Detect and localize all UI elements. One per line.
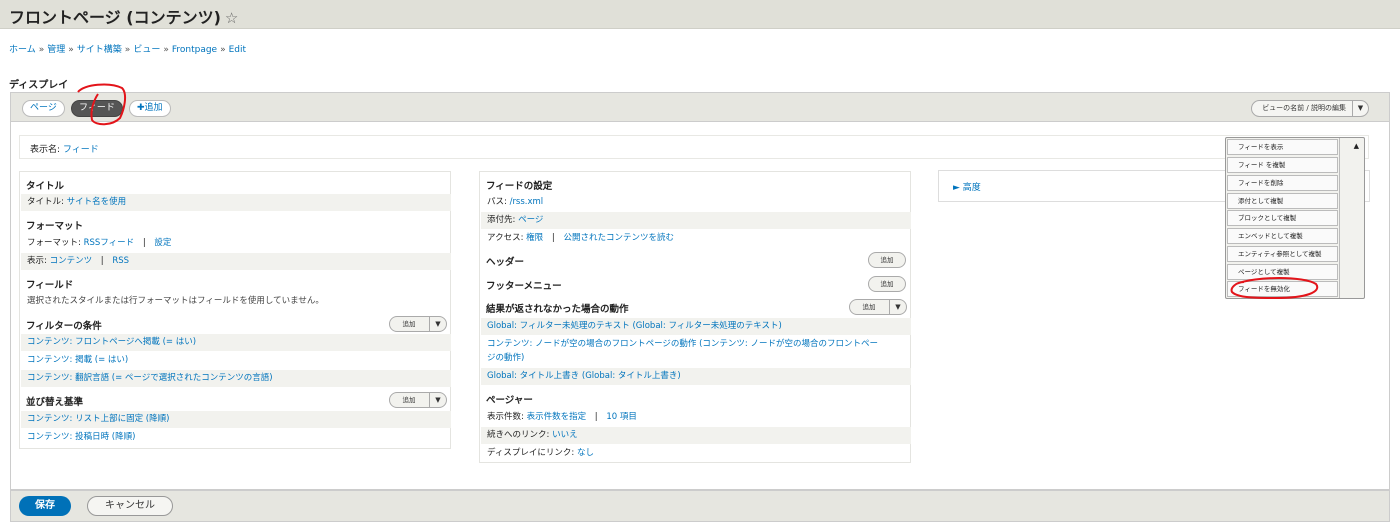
form-actions: 保存 キャンセル <box>10 490 1390 522</box>
breadcrumb-structure[interactable]: サイト構築 <box>77 45 122 55</box>
display-name-row: 表示名: フィード <box>19 135 1369 159</box>
sort-link-2[interactable]: コンテンツ: 投稿日時 (降順) <box>27 432 135 442</box>
show-row: 表示: コンテンツ | RSS <box>21 253 451 270</box>
list-item: Global: タイトル上書き (Global: タイトル上書き) <box>481 368 911 385</box>
items-row: 表示件数: 表示件数を指定 | 10 項目 <box>487 412 637 422</box>
path-row: パス: /rss.xml <box>487 197 544 207</box>
no-results-heading: 結果が返されなかった場合の動作 <box>486 304 629 315</box>
title-link[interactable]: サイト名を使用 <box>67 197 127 207</box>
cancel-button[interactable]: キャンセル <box>87 496 173 516</box>
path-link[interactable]: /rss.xml <box>510 197 544 207</box>
breadcrumb-home[interactable]: ホーム <box>9 45 36 55</box>
no-result-link-2[interactable]: コンテンツ: ノードが空の場合のフロントページの動作 (コンテンツ: ノードが空… <box>487 337 911 351</box>
items-link[interactable]: 表示件数を指定 <box>527 412 587 422</box>
breadcrumb: ホーム» 管理» サイト構築» ビュー» Frontpage» Edit <box>9 45 247 55</box>
filter-link-1[interactable]: コンテンツ: フロントページへ掲載 (= はい) <box>27 337 196 347</box>
edit-view-name-button[interactable]: ビューの名前 / 説明の編集 ▼ <box>1251 100 1369 117</box>
list-item: コンテンツ: 翻訳言語 (= ページで選択されたコンテンツの言語) <box>21 370 451 387</box>
access-permission-link[interactable]: 公開されたコンテンツを読む <box>563 233 674 243</box>
list-item: コンテンツ: リスト上部に固定 (降順) <box>21 411 451 428</box>
dropdown-item-duplicate-block[interactable]: ブロックとして複製 <box>1227 210 1338 226</box>
dropdown-item-disable-feed[interactable]: フィードを無効化 <box>1227 281 1338 297</box>
format-section-heading: フォーマット <box>26 221 84 232</box>
plus-icon: ✚ <box>137 103 145 113</box>
attach-row: 添付先: ページ <box>481 212 911 229</box>
filters-section-heading: フィルターの条件 <box>26 321 102 332</box>
add-display-button[interactable]: ✚追加 <box>129 100 171 117</box>
chevron-down-icon[interactable]: ▼ <box>429 393 446 407</box>
display-link[interactable]: なし <box>577 448 594 458</box>
breadcrumb-frontpage[interactable]: Frontpage <box>172 45 217 55</box>
chevron-up-icon[interactable]: ▲ <box>1354 142 1359 150</box>
footer-section-heading: フッターメニュー <box>486 281 562 292</box>
dropdown-item-duplicate-embed[interactable]: エンベッドとして複製 <box>1227 228 1338 244</box>
tab-feed[interactable]: フィード <box>71 100 123 117</box>
sort-link-1[interactable]: コンテンツ: リスト上部に固定 (降順) <box>27 414 169 424</box>
list-item: コンテンツ: ノードが空の場合のフロントページの動作 (コンテンツ: ノードが空… <box>481 336 911 366</box>
dropdown-item-delete-feed[interactable]: フィードを削除 <box>1227 175 1338 191</box>
left-column: タイトル タイトル: サイト名を使用 フォーマット フォーマット: RSSフィー… <box>19 171 451 449</box>
dropdown-item-view-feed[interactable]: フィードを表示 <box>1227 139 1338 155</box>
advanced-toggle[interactable]: ► 高度 <box>953 180 981 193</box>
access-row: アクセス: 権限 | 公開されたコンテンツを読む <box>487 233 674 243</box>
list-item: Global: フィルター未処理のテキスト (Global: フィルター未処理の… <box>481 318 911 335</box>
add-no-results-button[interactable]: 追加 ▼ <box>849 299 907 315</box>
list-item: コンテンツ: 掲載 (= はい) <box>21 352 451 369</box>
display-actions-dropdown: ▲ フィードを表示 フィード を複製 フィードを削除 添付として複製 ブロックと… <box>1225 137 1365 299</box>
add-filter-button[interactable]: 追加 ▼ <box>389 316 447 332</box>
add-sort-button[interactable]: 追加 ▼ <box>389 392 447 408</box>
chevron-down-icon[interactable]: ▼ <box>429 317 446 331</box>
fields-section-heading: フィールド <box>26 280 74 291</box>
save-button[interactable]: 保存 <box>19 496 71 516</box>
add-header-button[interactable]: 追加 <box>868 252 906 268</box>
list-item: コンテンツ: フロントページへ掲載 (= はい) <box>21 334 451 351</box>
display-panel: ページ フィード ✚追加 ビューの名前 / 説明の編集 ▼ 表示名: フィード タ… <box>10 92 1390 490</box>
no-result-link-3[interactable]: Global: タイトル上書き (Global: タイトル上書き) <box>487 371 681 381</box>
dropdown-item-duplicate-feed[interactable]: フィード を複製 <box>1227 157 1338 173</box>
show-rss-link[interactable]: RSS <box>112 256 129 266</box>
breadcrumb-views[interactable]: ビュー <box>133 45 160 55</box>
displays-heading: ディスプレイ <box>9 80 69 91</box>
display-tabs: ページ フィード ✚追加 ビューの名前 / 説明の編集 ▼ <box>11 93 1389 122</box>
items-count-link[interactable]: 10 項目 <box>606 412 637 422</box>
header-section-heading: ヘッダー <box>486 257 525 268</box>
chevron-down-icon[interactable]: ▼ <box>1352 101 1368 116</box>
breadcrumb-edit[interactable]: Edit <box>229 45 246 55</box>
title-row: タイトル: サイト名を使用 <box>21 194 451 211</box>
attach-link[interactable]: ページ <box>518 215 543 225</box>
list-item: コンテンツ: 投稿日時 (降順) <box>21 429 451 446</box>
dropdown-item-duplicate-attachment[interactable]: 添付として複製 <box>1227 193 1338 209</box>
no-result-link-1[interactable]: Global: フィルター未処理のテキスト (Global: フィルター未処理の… <box>487 321 782 331</box>
show-content-link[interactable]: コンテンツ <box>50 256 93 266</box>
format-link[interactable]: RSSフィード <box>84 238 135 248</box>
display-link-row: ディスプレイにリンク: なし <box>487 448 594 458</box>
no-result-link-2b[interactable]: ジの動作) <box>487 351 911 365</box>
chevron-down-icon[interactable]: ▼ <box>889 300 906 314</box>
access-link[interactable]: 権限 <box>526 233 543 243</box>
tab-page[interactable]: ページ <box>22 100 65 117</box>
sort-section-heading: 並び替え基準 <box>26 397 84 408</box>
page-title: フロントページ (コンテンツ) ☆ <box>9 8 239 27</box>
star-icon[interactable]: ☆ <box>225 9 238 27</box>
pager-section-heading: ページャー <box>486 395 533 406</box>
dropdown-item-duplicate-entity-ref[interactable]: エンティティ参照として複製 <box>1227 246 1338 262</box>
format-row: フォーマット: RSSフィード | 設定 <box>27 238 172 248</box>
page-header: フロントページ (コンテンツ) ☆ <box>0 0 1400 29</box>
middle-column: フィードの設定 パス: /rss.xml 添付先: ページ アクセス: 権限 |… <box>479 171 911 463</box>
display-name-link[interactable]: フィード <box>63 145 99 155</box>
breadcrumb-admin[interactable]: 管理 <box>47 45 65 55</box>
add-footer-button[interactable]: 追加 <box>868 276 906 292</box>
fields-note: 選択されたスタイルまたは行フォーマットはフィールドを使用していません。 <box>27 296 324 306</box>
more-link[interactable]: いいえ <box>552 430 578 440</box>
filter-link-2[interactable]: コンテンツ: 掲載 (= はい) <box>27 355 128 365</box>
dropdown-item-duplicate-page[interactable]: ページとして複製 <box>1227 264 1338 280</box>
more-link-row: 続きへのリンク: いいえ <box>481 427 911 444</box>
filter-link-3[interactable]: コンテンツ: 翻訳言語 (= ページで選択されたコンテンツの言語) <box>27 373 273 383</box>
title-section-heading: タイトル <box>26 181 65 192</box>
feed-settings-heading: フィードの設定 <box>486 181 553 192</box>
format-settings-link[interactable]: 設定 <box>154 238 171 248</box>
